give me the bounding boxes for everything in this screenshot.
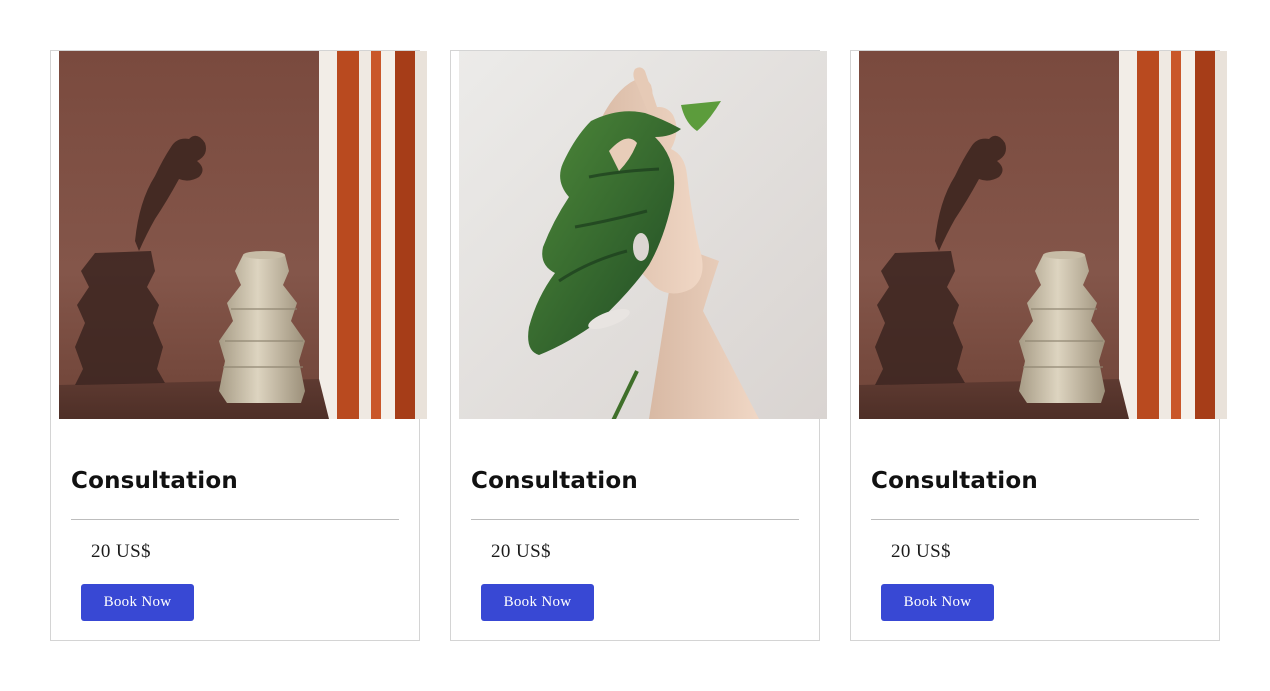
service-card: Consultation 20 US$ Book Now — [850, 50, 1227, 641]
service-image — [59, 51, 427, 419]
service-price: 20 US$ — [891, 541, 951, 562]
service-title: Consultation — [871, 468, 1038, 494]
service-price: 20 US$ — [91, 541, 151, 562]
service-price: 20 US$ — [491, 541, 551, 562]
service-title: Consultation — [471, 468, 638, 494]
card-divider — [871, 519, 1199, 520]
card-divider — [71, 519, 399, 520]
service-cards: Consultation 20 US$ Book Now Consultatio… — [50, 50, 1227, 641]
terracotta-vase-photo — [859, 51, 1227, 419]
book-now-button[interactable]: Book Now — [81, 584, 194, 621]
hand-holding-monstera-leaf-photo — [459, 51, 827, 419]
service-image — [859, 51, 1227, 419]
card-divider — [471, 519, 799, 520]
book-now-button[interactable]: Book Now — [881, 584, 994, 621]
book-now-button[interactable]: Book Now — [481, 584, 594, 621]
service-card: Consultation 20 US$ Book Now — [50, 50, 427, 641]
service-title: Consultation — [71, 468, 238, 494]
service-card: Consultation 20 US$ Book Now — [450, 50, 827, 641]
service-image — [459, 51, 827, 419]
terracotta-vase-photo — [59, 51, 427, 419]
